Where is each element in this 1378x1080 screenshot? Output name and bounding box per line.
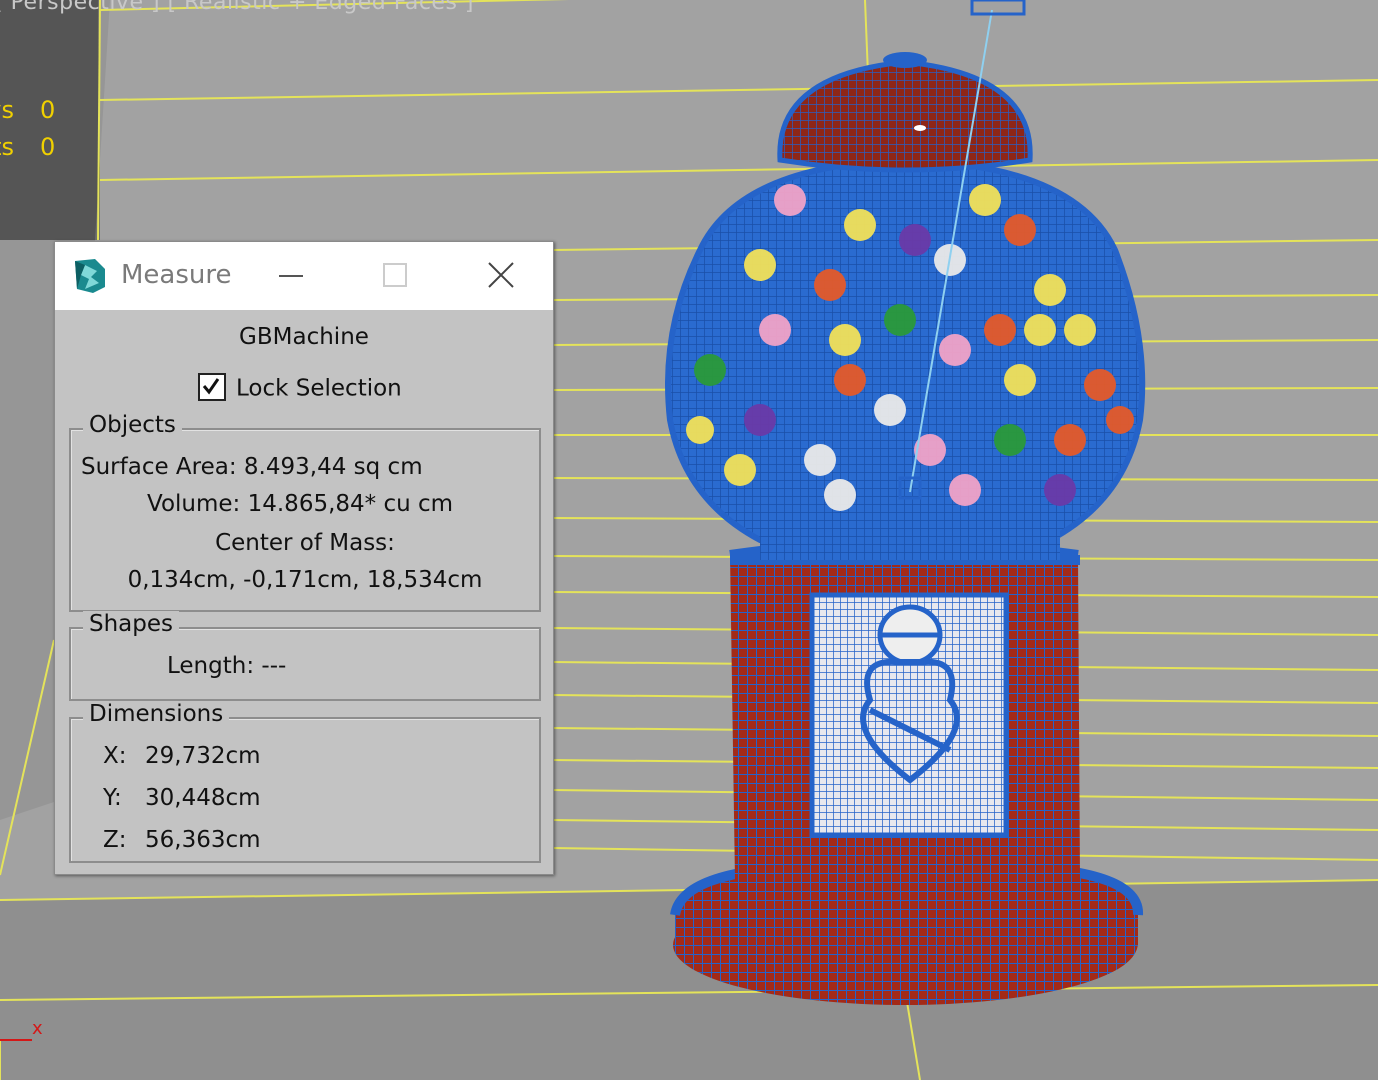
volume-label: Volume: (147, 491, 241, 517)
dimensions-legend: Dimensions (83, 701, 230, 727)
dimensions-group: Dimensions X: 29,732cm Y: 30,448cm Z: 56,36… (69, 701, 541, 863)
dialog-titlebar[interactable]: Measure (55, 242, 553, 310)
dimension-y-value: 30,448cm (145, 785, 261, 811)
viewport-label[interactable]: [ Perspective ] [ Realistic + Edged Face… (0, 0, 474, 15)
shapes-legend: Shapes (83, 611, 180, 637)
close-button[interactable] (465, 242, 535, 310)
stat-label: Polys: (0, 96, 14, 124)
stat-polys: Polys: 0 (0, 96, 55, 124)
object-name: GBMachine (239, 324, 369, 350)
stat-value: 0 (40, 96, 56, 124)
length-label: Length: (167, 653, 255, 679)
stat-label: Verts: (0, 133, 14, 161)
stat-value: 0 (40, 133, 56, 161)
dimension-y-label: Y: (103, 785, 122, 811)
maximize-icon (383, 263, 407, 287)
maximize-button[interactable] (359, 242, 429, 310)
dimension-x-row: X: 29,732cm (103, 743, 261, 769)
surface-area-value: 8.493,44 sq cm (243, 454, 423, 480)
center-of-mass-value: 0,134cm, -0,171cm, 18,534cm (127, 567, 483, 593)
shapes-group: Shapes Length: --- (69, 611, 541, 701)
surface-area-row: Surface Area: 8.493,44 sq cm (81, 454, 423, 480)
3ds-max-logo-icon (75, 259, 105, 293)
dimension-x-value: 29,732cm (145, 743, 261, 769)
stat-verts: Verts: 0 (0, 133, 55, 161)
dimension-x-label: X: (103, 743, 127, 769)
close-icon (488, 262, 514, 288)
minimize-icon (279, 275, 303, 277)
dimension-z-value: 56,363cm (145, 827, 261, 853)
length-row: Length: --- (167, 653, 286, 679)
dimension-y-row: Y: 30,448cm (103, 785, 261, 811)
objects-group: Objects Surface Area: 8.493,44 sq cm Vol… (69, 412, 541, 612)
surface-area-label: Surface Area: (81, 454, 237, 480)
measure-dialog[interactable]: Measure GBMachine Lock Selection Objects… (54, 241, 554, 875)
objects-legend: Objects (83, 412, 182, 438)
lock-selection-checkbox[interactable]: Lock Selection (198, 373, 402, 403)
checkbox-box[interactable] (198, 373, 226, 401)
checkmark-icon (202, 378, 220, 395)
x-axis-label: x (32, 1018, 43, 1039)
minimize-button[interactable] (255, 242, 325, 310)
center-of-mass-label: Center of Mass: (215, 530, 395, 556)
length-value: --- (261, 653, 287, 679)
dialog-title: Measure (121, 260, 232, 290)
volume-value: 14.865,84* cu cm (247, 491, 454, 517)
dimension-z-row: Z: 56,363cm (103, 827, 261, 853)
lock-selection-label: Lock Selection (236, 375, 402, 402)
dimension-z-label: Z: (103, 827, 127, 853)
volume-row: Volume: 14.865,84* cu cm (147, 491, 453, 517)
